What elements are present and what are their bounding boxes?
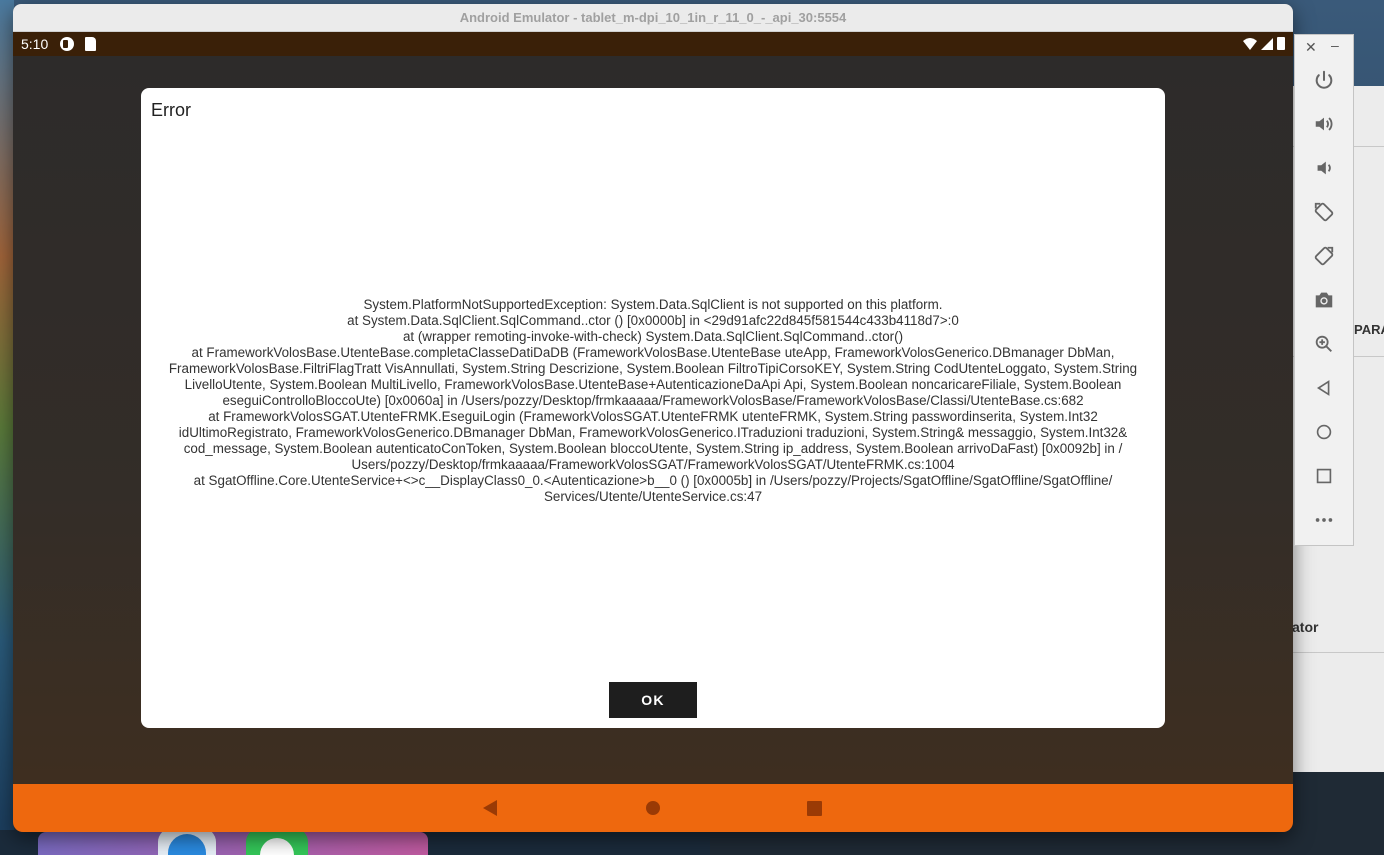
message-line: at SgatOffline.Core.UtenteService+<>c__D… [193, 473, 1113, 488]
background-app-label-2-text: ator [1292, 619, 1319, 635]
message-line: Services/Utente/UtenteService.cs:47 [543, 489, 763, 504]
close-icon[interactable]: ✕ [1305, 39, 1317, 56]
rotate-left-icon[interactable] [1311, 199, 1337, 225]
message-line: eseguiControlloBloccoUte) [0x0060a] in /… [222, 393, 1084, 408]
background-window-footer [1290, 772, 1384, 855]
android-status-bar: 5:10 [13, 32, 1293, 56]
android-screen: Error System.PlatformNotSupportedExcepti… [13, 56, 1293, 784]
android-navigation-bar [13, 784, 1293, 832]
overview-icon[interactable] [1311, 463, 1337, 489]
nav-home-icon[interactable] [646, 801, 660, 815]
window-titlebar[interactable]: Android Emulator - tablet_m-dpi_10_1in_r… [13, 4, 1293, 32]
message-line: LivelloUtente, System.Boolean MultiLivel… [184, 377, 1122, 392]
zoom-icon[interactable] [1311, 331, 1337, 357]
safari-dock-icon[interactable] [158, 828, 216, 855]
wifi-icon [1243, 37, 1257, 50]
rotate-right-icon[interactable] [1311, 243, 1337, 269]
notification-app-icon [60, 37, 74, 51]
messages-dock-icon[interactable] [246, 828, 308, 855]
message-line: at FrameworkVolosBase.UtenteBase.complet… [191, 345, 1115, 360]
power-icon[interactable] [1311, 67, 1337, 93]
volume-up-icon[interactable] [1311, 111, 1337, 137]
nav-back-icon[interactable] [483, 800, 497, 816]
window-title: Android Emulator - tablet_m-dpi_10_1in_r… [459, 10, 847, 25]
emulator-side-toolbar: ✕ – [1294, 34, 1354, 546]
background-window-bottom [710, 830, 1384, 855]
message-line: System.PlatformNotSupportedException: Sy… [363, 297, 943, 312]
ok-button[interactable]: OK [609, 682, 697, 718]
more-icon[interactable] [1311, 507, 1337, 533]
nav-recents-icon[interactable] [807, 801, 822, 816]
minimize-icon[interactable]: – [1331, 37, 1339, 53]
message-line: cod_message, System.Boolean autenticatoC… [183, 441, 1123, 456]
divider [1290, 652, 1384, 653]
background-app-label: PARA [1354, 322, 1384, 337]
emulator-window: Android Emulator - tablet_m-dpi_10_1in_r… [13, 4, 1293, 832]
signal-icon [1261, 37, 1273, 50]
message-line: Users/pozzy/Desktop/frmkaaaaa/FrameworkV… [351, 457, 955, 472]
error-dialog: Error System.PlatformNotSupportedExcepti… [141, 88, 1165, 728]
status-time: 5:10 [21, 36, 49, 52]
message-line: idUltimoRegistrato, FrameworkVolosGeneri… [178, 425, 1128, 440]
camera-icon[interactable] [1311, 287, 1337, 313]
dialog-message: System.PlatformNotSupportedException: Sy… [151, 297, 1155, 505]
message-line: FrameworkVolosBase.FiltriFlagTratt VisAn… [168, 361, 1138, 376]
status-indicators [1243, 37, 1285, 50]
home-icon[interactable] [1311, 419, 1337, 445]
battery-icon [1277, 37, 1285, 50]
volume-down-icon[interactable] [1311, 155, 1337, 181]
message-line: at System.Data.SqlClient.SqlCommand..cto… [347, 313, 959, 328]
dock [38, 832, 428, 855]
sd-card-icon [85, 37, 96, 51]
desktop-wallpaper-strip [0, 0, 14, 855]
message-line: at (wrapper remoting-invoke-with-check) … [402, 329, 904, 344]
message-line: at FrameworkVolosSGAT.UtenteFRMK.EseguiL… [208, 409, 1098, 424]
dialog-title: Error [151, 100, 191, 120]
back-icon[interactable] [1311, 375, 1337, 401]
